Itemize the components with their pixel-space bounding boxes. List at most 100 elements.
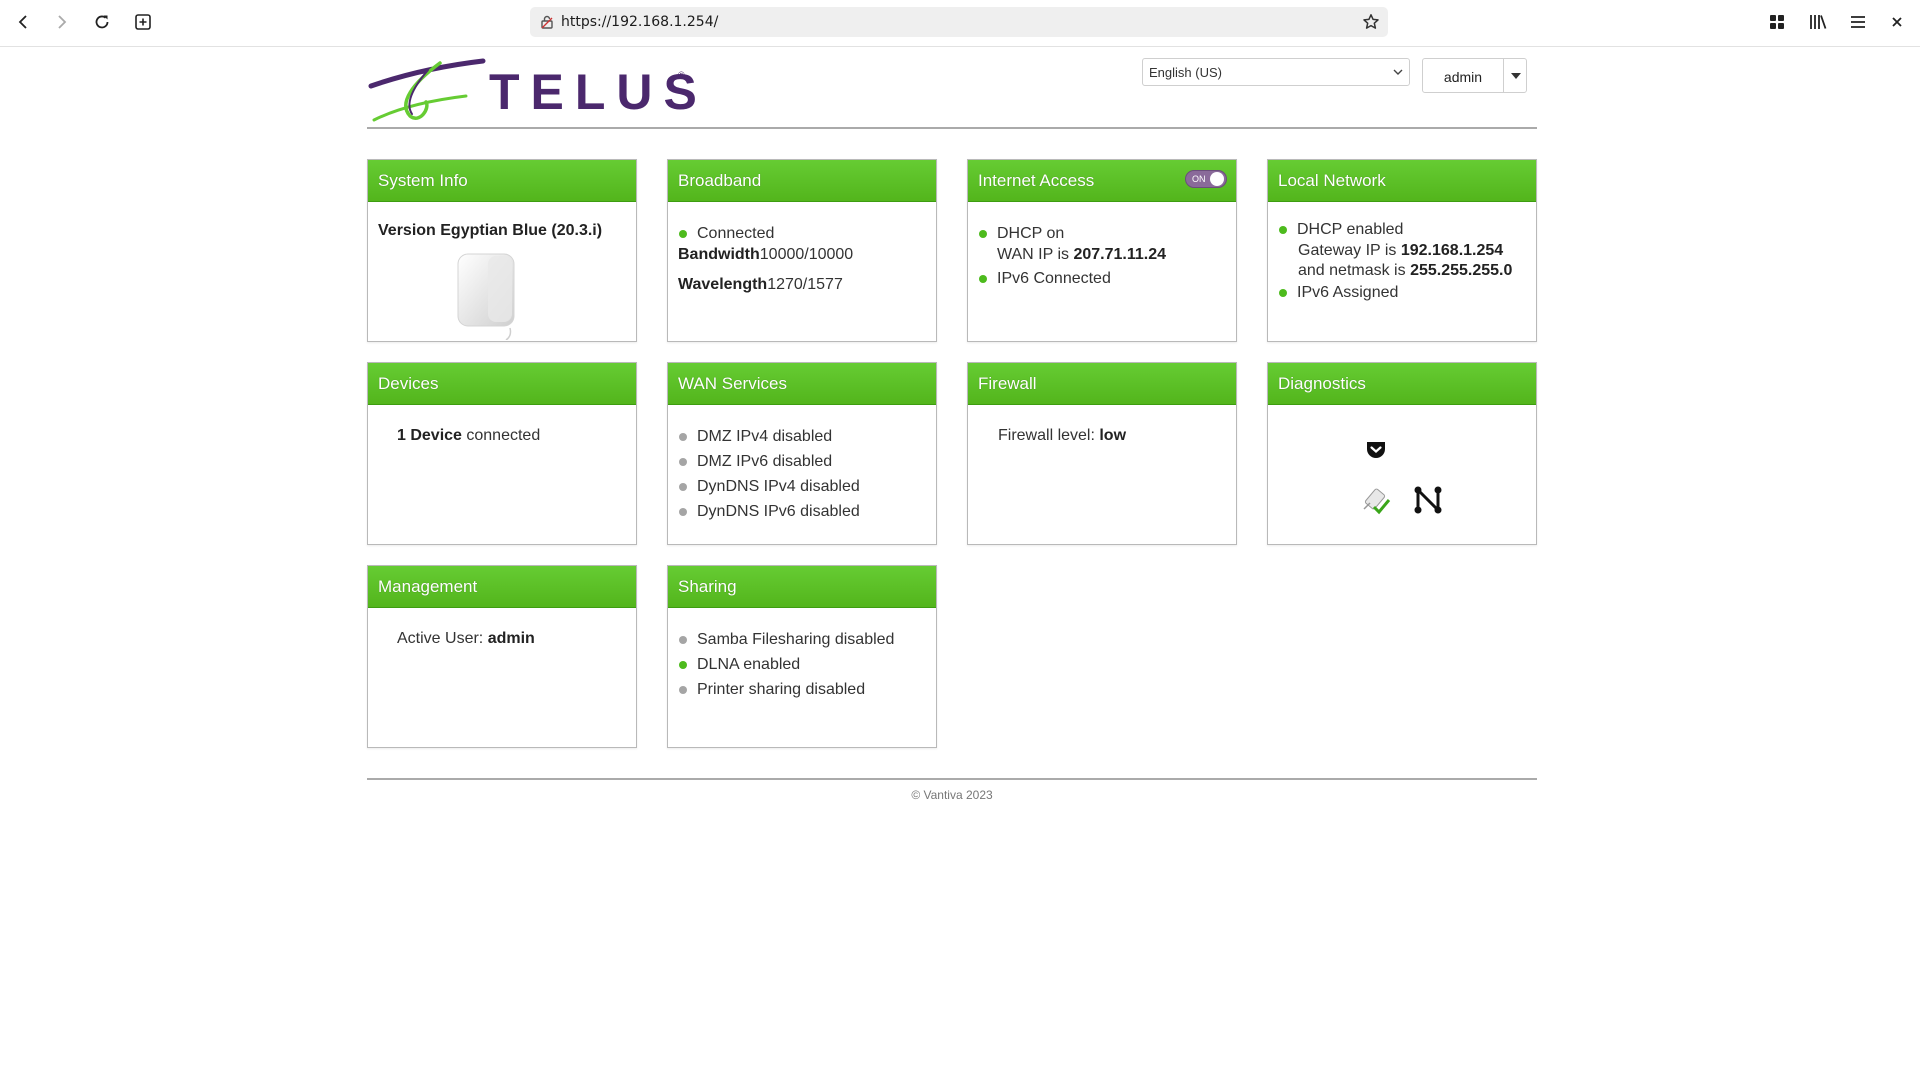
hamburger-icon (1851, 16, 1865, 28)
bookmark-star-icon[interactable] (1362, 13, 1380, 31)
list-item: DMZ IPv4 disabled (697, 428, 833, 445)
card-wan-services[interactable]: WAN Services DMZ IPv4 disabled DMZ IPv6 … (667, 362, 937, 545)
status-dot-green (679, 661, 687, 669)
library-icon (1810, 15, 1827, 29)
status-dot-green (979, 275, 987, 283)
active-user-label: Active User: (397, 630, 488, 647)
network-topology-icon[interactable] (1413, 485, 1443, 515)
card-broadband[interactable]: Broadband Connected Bandwidth10000/10000… (667, 159, 937, 342)
gateway-row: Gateway IP is 192.168.1.254 (1298, 242, 1503, 260)
firewall-level-value: low (1099, 427, 1127, 444)
internet-toggle[interactable]: ON (1185, 170, 1227, 188)
status-dot-grey (679, 686, 687, 694)
user-name[interactable]: admin (1423, 69, 1503, 85)
new-tab-button[interactable] (130, 9, 156, 35)
back-arrow-icon (18, 15, 27, 29)
netmask-row: and netmask is 255.255.255.0 (1298, 262, 1512, 280)
gateway-device-image (457, 253, 515, 340)
shield-check-icon[interactable] (1366, 441, 1386, 459)
caret-down-icon[interactable] (1511, 73, 1521, 79)
wavelength-value: 1270/1577 (767, 276, 843, 293)
card-header: Sharing (668, 566, 936, 608)
card-header: Firewall (968, 363, 1236, 405)
gateway-label: Gateway IP is (1298, 242, 1401, 259)
language-selected: English (US) (1149, 65, 1222, 80)
dhcp-status: DHCP on (997, 225, 1065, 242)
status-dot-grey (679, 636, 687, 644)
card-title: WAN Services (678, 374, 787, 393)
card-title: Diagnostics (1278, 374, 1366, 393)
grid-icon (1770, 15, 1784, 29)
list-item: Printer sharing disabled (697, 681, 866, 698)
footer-copyright: © Vantiva 2023 (911, 788, 993, 802)
address-bar[interactable]: https://192.168.1.254/ (530, 7, 1388, 37)
list-item: DynDNS IPv6 disabled (697, 503, 860, 520)
firmware-version: Version Egyptian Blue (20.3.i) (378, 222, 603, 239)
back-button[interactable] (10, 9, 36, 35)
card-header: Management (368, 566, 636, 608)
footer-divider (367, 778, 1537, 780)
list-item: Samba Filesharing disabled (697, 631, 895, 648)
card-header: System Info (368, 160, 636, 202)
card-diagnostics[interactable]: Diagnostics (1267, 362, 1537, 545)
card-system-info[interactable]: System Info Version Egyptian Blue (20.3.… (367, 159, 637, 342)
extensions-button[interactable] (1764, 9, 1790, 35)
card-sharing[interactable]: Sharing Samba Filesharing disabled DLNA … (667, 565, 937, 748)
card-header: Local Network (1268, 160, 1536, 202)
language-select[interactable]: English (US) (1142, 58, 1410, 86)
firewall-level-label: Firewall level: (998, 427, 1100, 444)
list-item: DynDNS IPv4 disabled (697, 478, 860, 495)
forward-button[interactable] (49, 9, 75, 35)
close-window-button[interactable] (1884, 9, 1910, 35)
card-title: Local Network (1278, 171, 1386, 190)
reload-button[interactable] (89, 9, 115, 35)
card-internet-access[interactable]: Internet Access ON DHCP on WAN IP is 207… (967, 159, 1237, 342)
status-dot-green (1279, 289, 1287, 297)
gateway-value: 192.168.1.254 (1400, 242, 1504, 259)
toggle-knob (1210, 172, 1224, 186)
telus-swoosh-icon (368, 58, 486, 122)
brand-name: TELUS (489, 64, 708, 120)
card-firewall[interactable]: Firewall Firewall level: low (967, 362, 1237, 545)
wan-ip-value: 207.71.11.24 (1073, 246, 1166, 263)
card-header: Broadband (668, 160, 936, 202)
insecure-lock-icon (541, 15, 553, 29)
menu-button[interactable] (1845, 9, 1871, 35)
url-text[interactable]: https://192.168.1.254/ (561, 14, 718, 30)
bandwidth-row: Bandwidth10000/10000 (678, 246, 853, 264)
header-divider (367, 127, 1537, 129)
active-user-value: admin (487, 630, 535, 647)
card-title: Internet Access (978, 171, 1095, 190)
toggle-on-label: ON (1192, 174, 1206, 184)
library-button[interactable] (1805, 9, 1831, 35)
registered-mark: ® (678, 70, 685, 80)
lan-dhcp-status: DHCP enabled (1297, 221, 1404, 238)
status-dot-green (1279, 226, 1287, 234)
card-header: Diagnostics (1268, 363, 1536, 405)
netmask-label: and netmask is (1298, 262, 1411, 279)
status-dot-green (679, 230, 687, 238)
lan-ipv6-status: IPv6 Assigned (1297, 284, 1399, 301)
close-icon (1892, 17, 1902, 27)
status-dot-grey (679, 458, 687, 466)
status-dot-grey (679, 483, 687, 491)
broadband-status: Connected (697, 225, 775, 242)
forward-arrow-icon (58, 15, 67, 29)
telus-logo: TELUS ® (368, 58, 697, 124)
list-item: DLNA enabled (697, 656, 801, 673)
chevron-down-icon (1393, 69, 1403, 75)
ping-test-icon[interactable] (1361, 485, 1391, 515)
card-title: Management (378, 577, 478, 596)
wan-ip-row: WAN IP is 207.71.11.24 (997, 246, 1166, 264)
active-user-row: Active User: admin (397, 630, 535, 648)
card-devices[interactable]: Devices 1 Device connected (367, 362, 637, 545)
card-local-network[interactable]: Local Network DHCP enabled Gateway IP is… (1267, 159, 1537, 342)
bandwidth-label: Bandwidth (678, 246, 760, 263)
user-menu[interactable]: admin (1422, 58, 1527, 93)
card-management[interactable]: Management Active User: admin (367, 565, 637, 748)
netmask-value: 255.255.255.0 (1410, 262, 1513, 279)
status-dot-grey (679, 433, 687, 441)
device-count-suffix: connected (461, 427, 541, 444)
new-tab-icon (135, 14, 151, 30)
wavelength-row: Wavelength1270/1577 (678, 276, 843, 294)
